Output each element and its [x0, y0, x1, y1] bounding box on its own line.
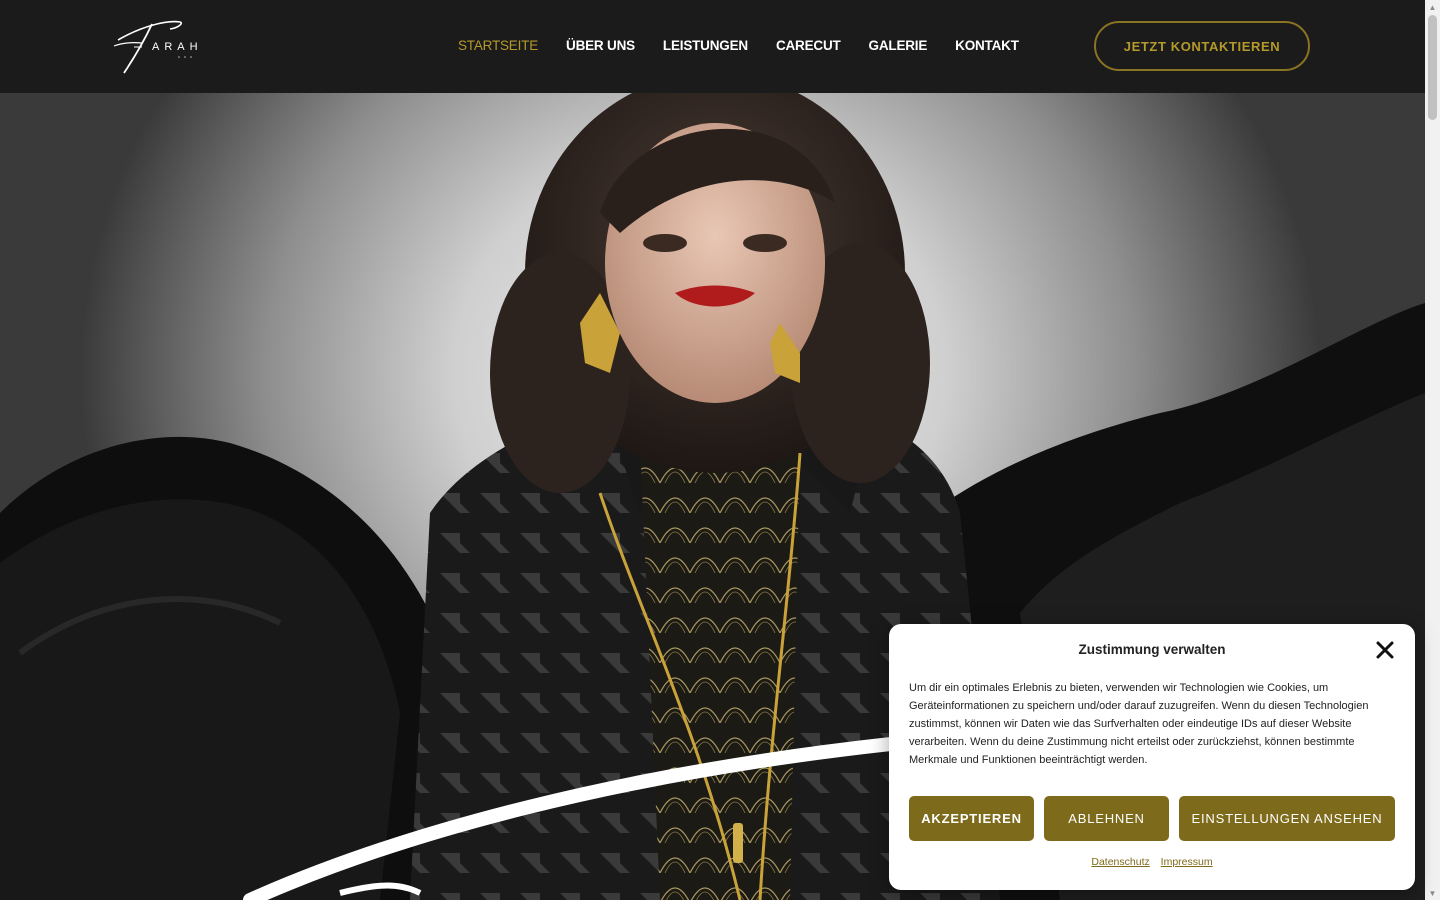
- nav-item-galerie[interactable]: GALERIE: [869, 38, 928, 53]
- privacy-link[interactable]: Datenschutz: [1091, 856, 1149, 868]
- scrollbar-thumb[interactable]: [1428, 15, 1437, 120]
- scroll-up-arrow-icon[interactable]: ▲: [1425, 0, 1440, 14]
- cookie-dialog-title: Zustimmung verwalten: [1078, 642, 1226, 657]
- close-icon[interactable]: [1375, 640, 1395, 660]
- contact-now-button[interactable]: JETZT KONTAKTIEREN: [1094, 21, 1310, 71]
- accept-button[interactable]: AKZEPTIEREN: [909, 796, 1034, 841]
- scroll-down-arrow-icon[interactable]: ▼: [1425, 886, 1440, 900]
- nav-item-kontakt[interactable]: KONTAKT: [955, 38, 1019, 53]
- cookie-consent-dialog: Zustimmung verwalten Um dir ein optimale…: [889, 624, 1415, 890]
- main-navigation: STARTSEITE ÜBER UNS LEISTUNGEN CARECUT G…: [458, 38, 1019, 53]
- svg-text:ARAH: ARAH: [152, 41, 203, 53]
- page-scrollbar[interactable]: ▲ ▼: [1425, 0, 1440, 900]
- farah-logo[interactable]: ARAH: [112, 16, 212, 76]
- logo-signature-icon: ARAH: [113, 20, 203, 74]
- nav-item-carecut[interactable]: CARECUT: [776, 38, 841, 53]
- cookie-footer-links: Datenschutz Impressum: [889, 856, 1415, 868]
- nav-item-startseite[interactable]: STARTSEITE: [458, 38, 538, 53]
- nav-item-ueber-uns[interactable]: ÜBER UNS: [566, 38, 635, 53]
- cookie-buttons: AKZEPTIEREN ABLEHNEN EINSTELLUNGEN ANSEH…: [909, 796, 1395, 841]
- nav-item-leistungen[interactable]: LEISTUNGEN: [663, 38, 748, 53]
- cookie-dialog-text: Um dir ein optimales Erlebnis zu bieten,…: [909, 682, 1369, 766]
- deny-button[interactable]: ABLEHNEN: [1044, 796, 1169, 841]
- imprint-link[interactable]: Impressum: [1161, 856, 1213, 868]
- view-preferences-button[interactable]: EINSTELLUNGEN ANSEHEN: [1179, 796, 1395, 841]
- site-header: ARAH STARTSEITE ÜBER UNS LEISTUNGEN CARE…: [0, 0, 1425, 93]
